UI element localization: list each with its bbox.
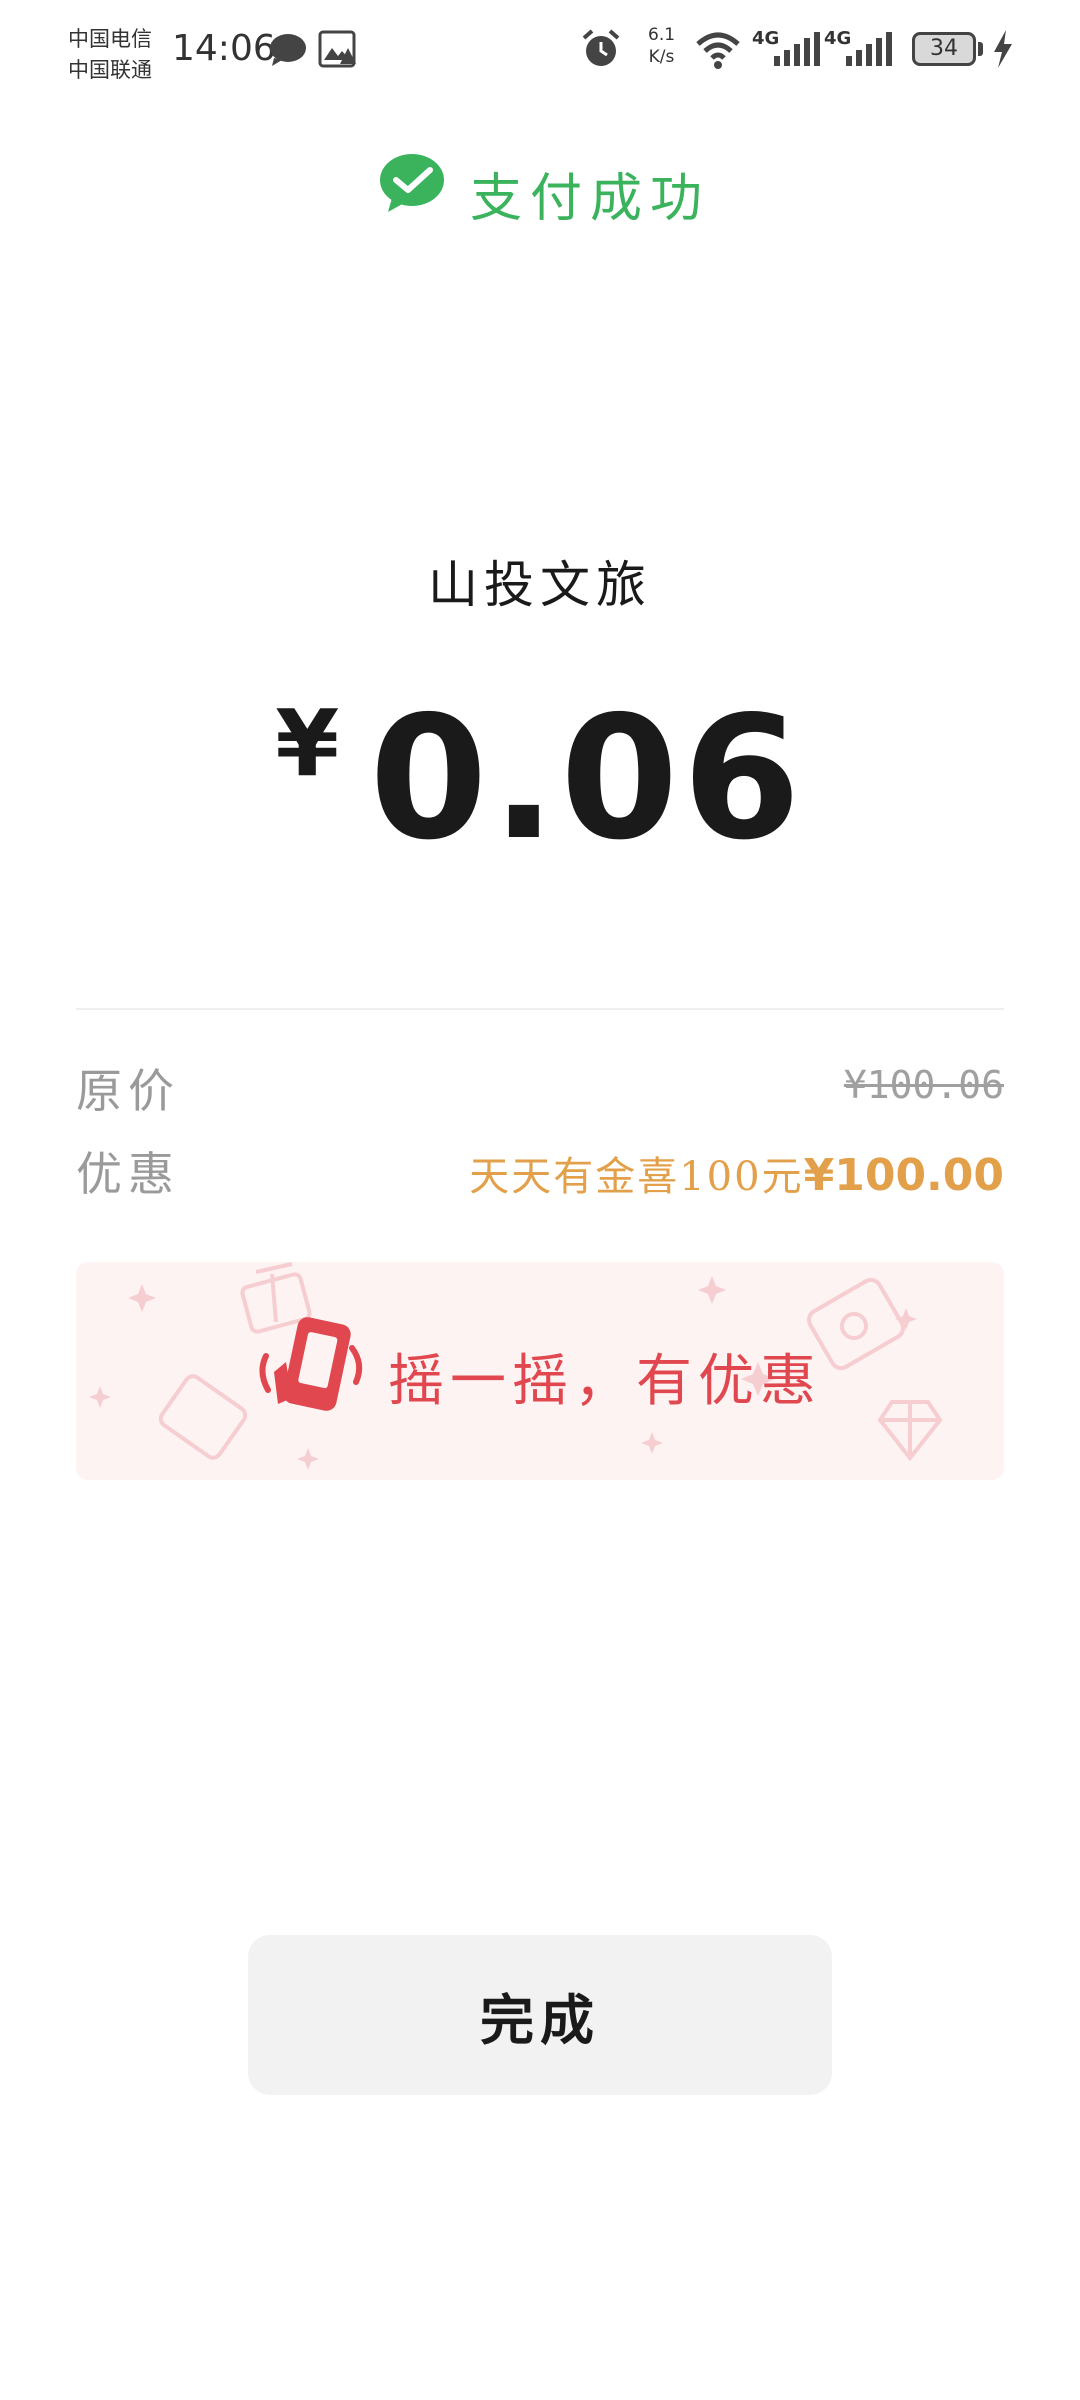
battery-icon: 34: [912, 32, 976, 66]
shake-phone-icon: [259, 1317, 363, 1411]
battery-tip: [978, 42, 983, 56]
payment-header: 支付成功: [0, 150, 1080, 229]
wechat-pay-icon: [380, 154, 444, 212]
alarm-icon: [582, 29, 620, 66]
discount-amount: ¥100.00: [803, 1150, 1004, 1201]
shake-promo-text: 摇一摇，有优惠: [388, 1349, 822, 1414]
discount-name: 天天有金喜100元: [469, 1154, 804, 1200]
network-speed-unit: K/s: [648, 47, 675, 67]
signal-icon-2: [846, 32, 892, 66]
network-speed: 6.1 K/s: [648, 24, 675, 68]
status-time: 14:06: [172, 28, 276, 69]
currency-symbol: ¥: [275, 690, 340, 797]
original-price-value: ¥100.06: [843, 1063, 1004, 1107]
network-speed-value: 6.1: [648, 25, 676, 45]
chat-bubble-icon: [270, 34, 306, 66]
discount-row: 优惠 天天有金喜100元¥100.00: [76, 1138, 1004, 1201]
amount-value: 0.06: [369, 680, 805, 878]
carrier-info: 中国电信 中国联通: [68, 24, 152, 86]
image-warning-icon: [318, 30, 356, 68]
original-price-label: 原价: [76, 1064, 180, 1118]
charging-icon: [994, 30, 1012, 68]
wifi-icon: [696, 32, 740, 69]
payment-success-title: 支付成功: [470, 169, 711, 229]
status-bar: 中国电信 中国联通 14:06 6.1 K/s 4G 4G 34: [0, 0, 1080, 100]
payment-amount: ¥0.06: [0, 680, 1080, 878]
shake-promo-banner[interactable]: 摇一摇，有优惠: [76, 1262, 1004, 1480]
original-price-row: 原价 ¥100.06: [76, 1055, 1004, 1118]
done-button[interactable]: 完成: [248, 1935, 832, 2095]
discount-info: 天天有金喜100元¥100.00: [469, 1144, 1004, 1202]
carrier-1: 中国电信: [68, 27, 152, 51]
divider: [76, 1008, 1004, 1010]
signal-icon-1: [774, 32, 820, 66]
carrier-2: 中国联通: [68, 58, 152, 82]
merchant-name: 山投文旅: [428, 556, 652, 614]
discount-label: 优惠: [76, 1147, 180, 1201]
